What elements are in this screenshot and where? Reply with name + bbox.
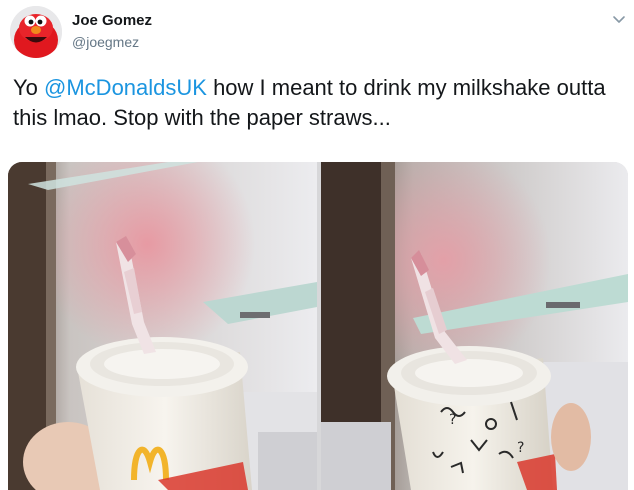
user-handle[interactable]: @joegmez [72, 32, 152, 52]
tweet-text-prefix: Yo [13, 75, 45, 100]
media-grid: ? ? [8, 162, 628, 490]
display-name[interactable]: Joe Gomez [72, 11, 152, 30]
avatar[interactable] [10, 6, 62, 58]
svg-text:?: ? [517, 440, 524, 456]
mention-link[interactable]: @McDonaldsUK [44, 75, 207, 100]
author-block[interactable]: Joe Gomez @joegmez [72, 11, 152, 52]
tweet-text: Yo @McDonaldsUK how I meant to drink my … [13, 73, 625, 133]
tweet-photo-2[interactable]: ? ? [321, 162, 628, 490]
tweet-card: Joe Gomez @joegmez Yo @McDonaldsUK how I… [0, 0, 634, 490]
chevron-down-icon[interactable] [612, 12, 626, 23]
tweet-photo-1[interactable] [8, 162, 317, 490]
elmo-avatar-icon [10, 6, 62, 58]
svg-text:?: ? [449, 412, 456, 428]
